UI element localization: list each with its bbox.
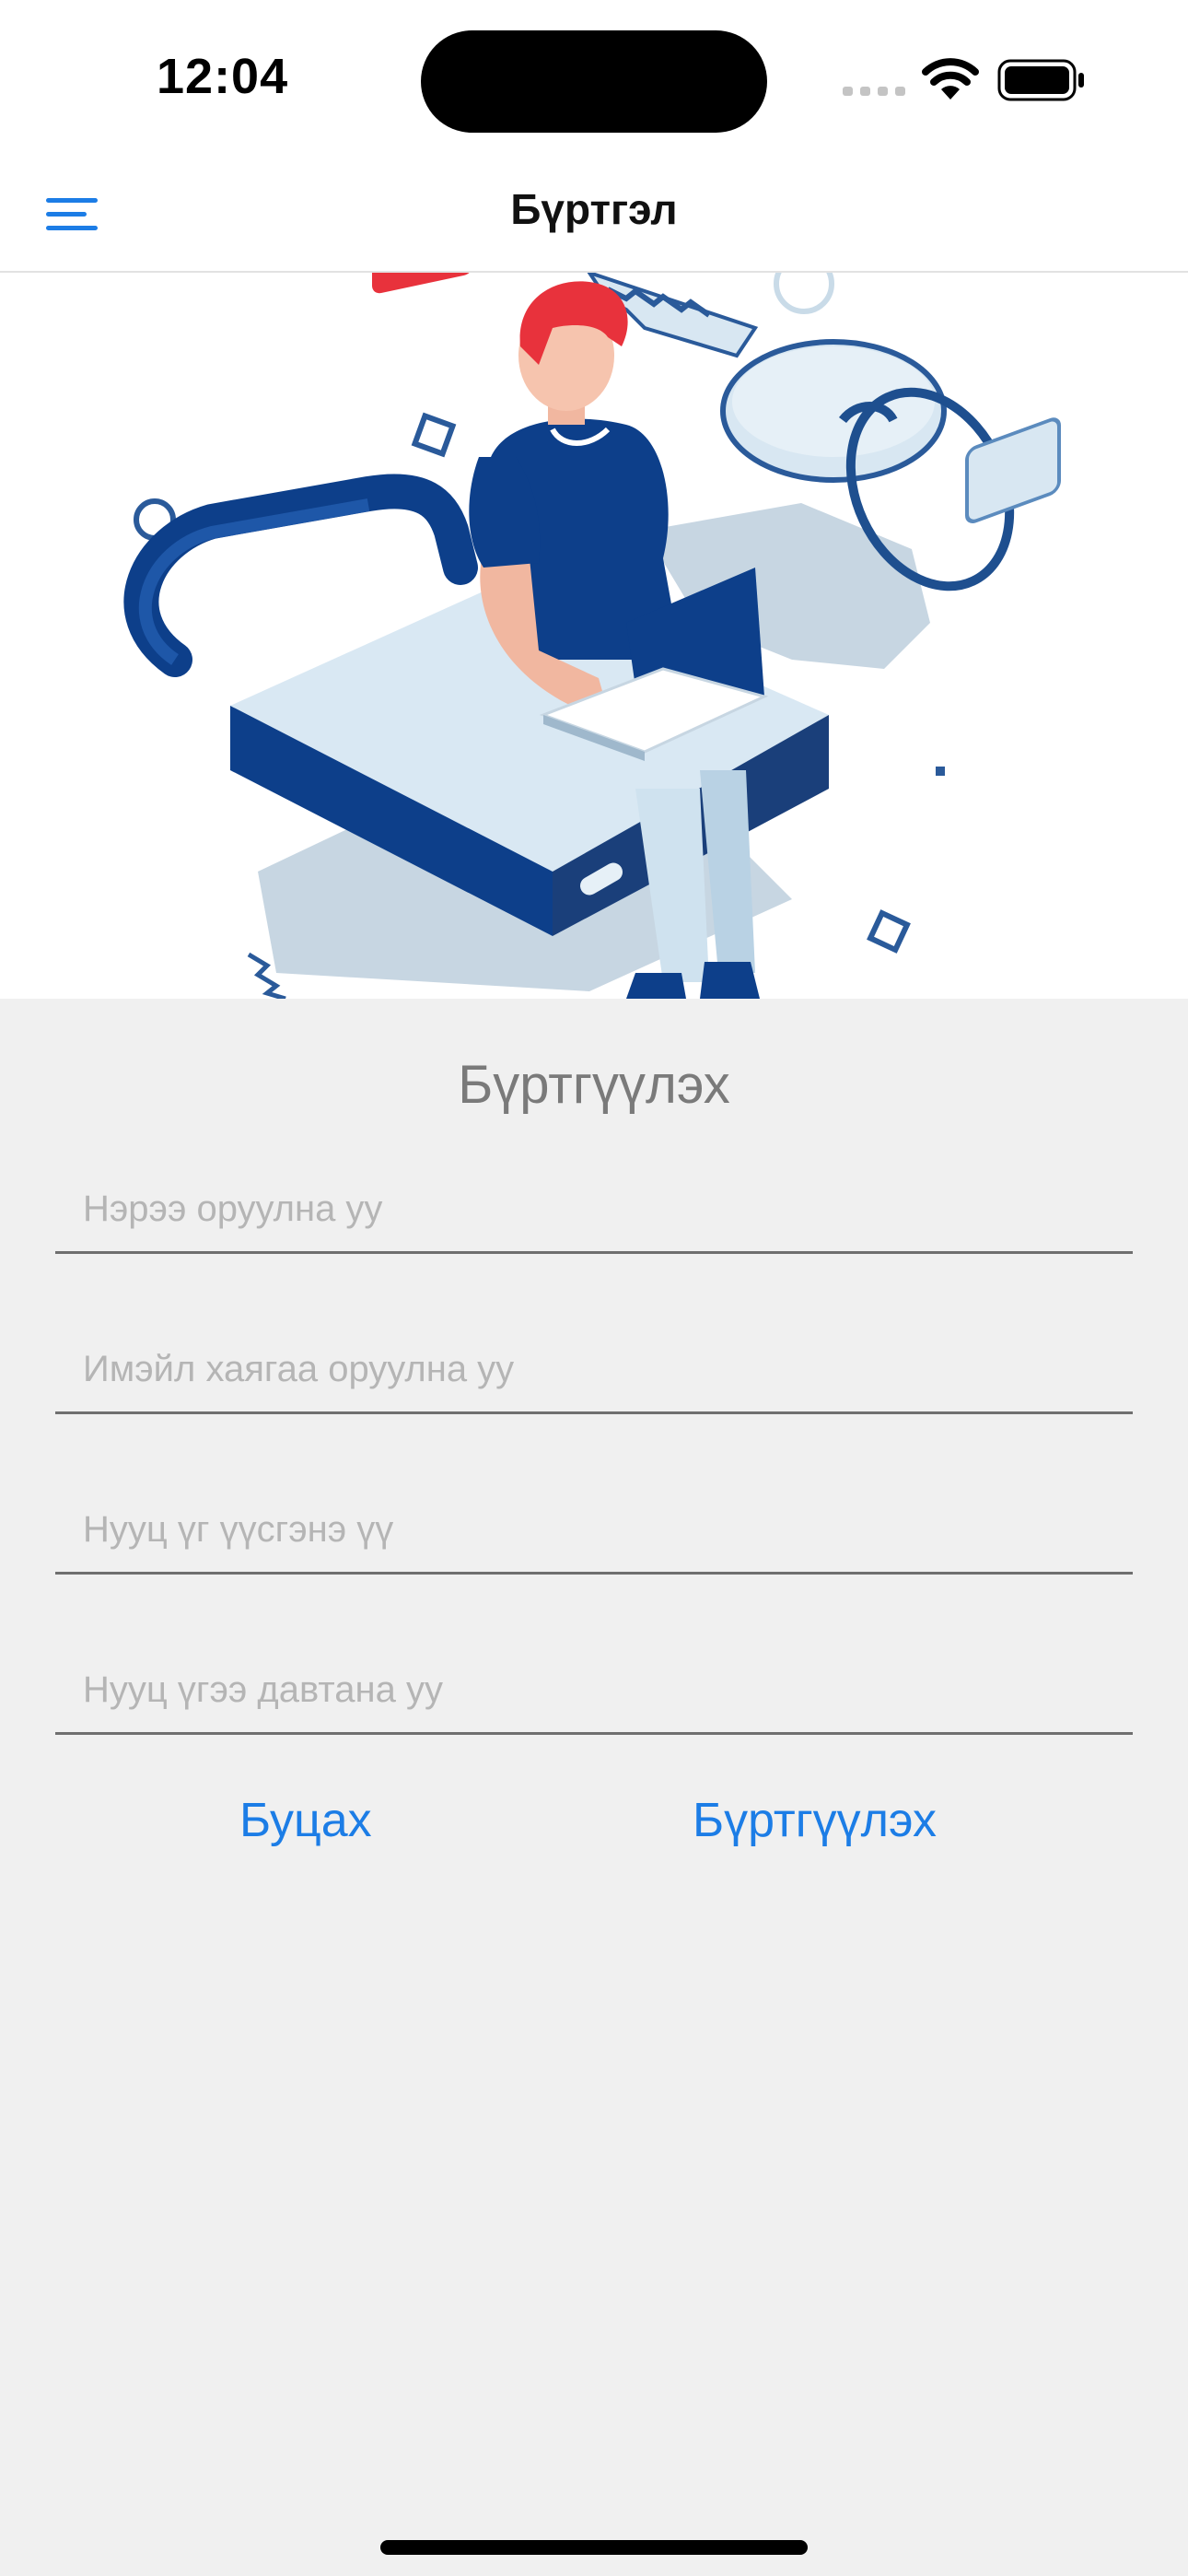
- home-indicator[interactable]: [380, 2540, 808, 2555]
- email-field: [55, 1308, 1133, 1414]
- hero-illustration: [0, 273, 1188, 999]
- password-field: [55, 1469, 1133, 1575]
- person-laptop-padlock-key-illustration: [123, 273, 1061, 999]
- page-title: Бүртгэл: [510, 185, 678, 233]
- name-field: [55, 1148, 1133, 1254]
- form-title: Бүртгүүлэх: [458, 1055, 730, 1115]
- name-input[interactable]: [83, 1183, 1114, 1235]
- register-button[interactable]: Бүртгүүлэх: [693, 1793, 937, 1848]
- password-input[interactable]: [83, 1504, 1114, 1555]
- dynamic-island: [421, 30, 767, 133]
- wifi-icon: [922, 58, 979, 100]
- confirm-password-input[interactable]: [83, 1664, 1114, 1715]
- cellular-signal-icon: [843, 87, 905, 96]
- navigation-bar: Бүртгэл: [0, 158, 1188, 273]
- status-bar: 12:04: [0, 0, 1188, 158]
- status-time: 12:04: [157, 49, 289, 104]
- confirm-password-field: [55, 1629, 1133, 1735]
- email-input[interactable]: [83, 1343, 1114, 1395]
- battery-icon: [997, 59, 1084, 101]
- back-button[interactable]: Буцах: [239, 1793, 372, 1848]
- registration-form: Бүртгүүлэх Буцах Бүртгүүлэх: [0, 999, 1188, 2576]
